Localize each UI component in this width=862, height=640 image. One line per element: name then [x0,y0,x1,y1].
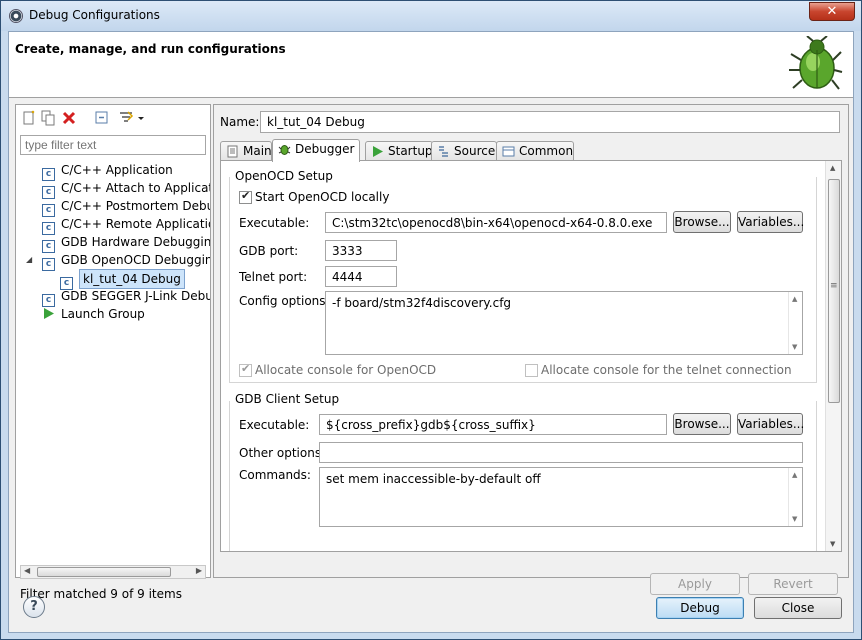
scroll-right-icon[interactable]: ▶ [196,566,202,575]
debug-button[interactable]: Debug [656,597,744,619]
launch-icon [44,308,54,319]
window-title: Debug Configurations [29,8,160,22]
new-config-icon[interactable] [21,110,37,126]
help-button[interactable]: ? [23,596,45,618]
tree-item-gdb-hardware[interactable]: c GDB Hardware Debugging [42,233,210,253]
tree-item-cpp-remote[interactable]: c C/C++ Remote Applicatior [42,215,210,235]
tab-main[interactable]: Main [220,141,272,161]
start-openocd-checkbox[interactable] [239,189,252,204]
window-close-button[interactable]: ✕ [809,2,855,21]
tree-item-cpp-attach[interactable]: c C/C++ Attach to Applicatio [42,179,210,199]
config-options-textarea[interactable]: -f board/stm32f4discovery.cfg ▲ ▼ [325,291,803,355]
collapse-all-icon[interactable] [94,110,110,126]
tree-item-launch-group[interactable]: Launch Group [42,305,145,323]
c-config-icon: c [42,258,55,271]
gdb-browse-button[interactable]: Browse... [673,413,731,435]
filter-status: Filter matched 9 of 9 items [20,587,182,601]
title-bar[interactable]: Debug Configurations ✕ [1,1,861,31]
tree-item-kl-tut-04-debug[interactable]: c kl_tut_04 Debug [60,269,185,290]
telnet-port-label: Telnet port: [239,270,308,284]
dialog-client: Create, manage, and run configurations t… [8,31,854,633]
commands-textarea[interactable]: set mem inaccessible-by-default off ▲ ▼ [319,467,803,527]
gdb-executable-label: Executable: [239,418,310,432]
tree-item-gdb-segger[interactable]: c GDB SEGGER J-Link Debug [42,287,210,307]
tree-expander-icon[interactable]: ◢ [26,255,32,264]
delete-config-icon[interactable] [61,110,77,126]
scroll-up-icon[interactable]: ▲ [830,164,835,172]
debug-configurations-window: Debug Configurations ✕ Create, manage, a… [0,0,862,640]
scroll-left-icon[interactable]: ◀ [24,566,30,575]
openocd-browse-button[interactable]: Browse... [673,211,731,233]
panel-scroll-thumb[interactable]: ≡ [828,179,840,403]
tree-item-gdb-openocd[interactable]: c GDB OpenOCD Debugging [42,251,210,271]
openocd-variables-button[interactable]: Variables... [737,211,804,233]
debugger-tab-icon [278,145,291,155]
filter-input[interactable] [20,135,206,155]
tab-common[interactable]: Common [496,141,574,161]
apply-button[interactable]: Apply [650,573,740,595]
start-openocd-label: Start OpenOCD locally [255,190,390,204]
config-options-label: Config options: [239,294,330,308]
debugger-tab-panel: OpenOCD Setup Start OpenOCD locally Exec… [220,160,842,552]
bug-icon [789,36,843,90]
gdb-port-input[interactable]: 3333 [325,240,397,261]
filter-config-icon[interactable] [118,110,134,126]
openocd-executable-label: Executable: [239,216,310,230]
common-tab-icon [502,146,515,157]
commands-label: Commands: [239,468,311,482]
app-icon [9,9,23,23]
startup-tab-icon [373,146,383,157]
revert-button[interactable]: Revert [748,573,838,595]
duplicate-config-icon[interactable] [40,110,56,126]
openocd-executable-input[interactable]: C:\stm32tc\openocd8\bin-x64\openocd-x64-… [325,212,667,233]
tab-source[interactable]: Source [431,141,497,161]
tree-horizontal-scrollbar[interactable]: ◀ ▶ [20,565,206,579]
other-options-input[interactable] [319,442,803,463]
chevron-down-icon[interactable] [136,110,146,126]
configuration-tree-panel: cC/C++ Application cC/C++ Attach to Appl… [15,104,211,601]
tab-debugger[interactable]: Debugger [272,139,360,162]
grip-icon: ≡ [830,281,838,291]
name-label: Name: [220,115,260,129]
gdb-executable-input[interactable]: ${cross_prefix}gdb${cross_suffix} [319,414,667,435]
allocate-console-telnet-checkbox[interactable] [525,364,538,377]
allocate-console-openocd-checkbox[interactable] [239,362,252,377]
scroll-thumb[interactable] [37,567,171,577]
telnet-port-input[interactable]: 4444 [325,266,397,287]
dialog-header: Create, manage, and run configurations [9,32,853,98]
header-title: Create, manage, and run configurations [15,42,286,56]
tree-item-cpp-application[interactable]: c C/C++ Application [42,161,173,181]
scroll-down-icon[interactable]: ▼ [830,540,835,548]
name-input[interactable]: kl_tut_04 Debug [260,111,840,133]
configuration-editor: Name: kl_tut_04 Debug Main Debugger Star… [213,104,849,595]
config-tabs: Main Debugger Startup Source Common [220,139,840,162]
main-tab-icon [227,145,238,158]
allocate-console-telnet-label: Allocate console for the telnet connecti… [541,363,792,377]
tree-toolbar [16,105,210,131]
gdb-port-label: GDB port: [239,244,299,258]
panel-vertical-scrollbar[interactable]: ▲ ≡ ▼ [825,161,841,551]
close-button[interactable]: Close [754,597,842,619]
gdb-variables-button[interactable]: Variables... [737,413,804,435]
allocate-console-openocd-label: Allocate console for OpenOCD [255,363,437,377]
tab-startup[interactable]: Startup [365,141,433,161]
source-tab-icon [439,146,448,157]
commands-scrollbar[interactable]: ▲ ▼ [788,468,802,526]
other-options-label: Other options: [239,446,326,460]
config-options-scrollbar[interactable]: ▲ ▼ [788,292,802,354]
configuration-tree: c C/C++ Application c C/C++ Attach to Appl… [16,159,210,539]
tree-item-cpp-postmortem[interactable]: c C/C++ Postmortem Debug [42,197,210,217]
